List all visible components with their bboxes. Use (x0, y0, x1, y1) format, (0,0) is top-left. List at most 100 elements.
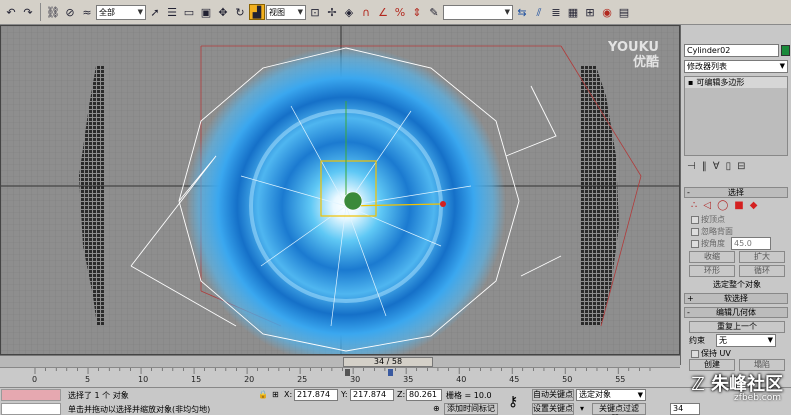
constraint-label: 约束 (689, 336, 705, 345)
bind-space-warp-icon[interactable]: ≈ (79, 4, 95, 20)
stack-item[interactable]: ▪ 可编辑多边形 (685, 77, 787, 88)
current-frame-field[interactable]: 34 (670, 403, 700, 415)
object-color-swatch[interactable] (781, 45, 790, 56)
named-selection-icon[interactable]: ✎ (426, 4, 442, 20)
rect-selection-icon[interactable]: ▭ (181, 4, 197, 20)
percent-snap-icon[interactable]: % (392, 4, 408, 20)
angle-snap-icon[interactable]: ∠ (375, 4, 391, 20)
selection-status-text: 选择了 1 个 对象 (68, 391, 129, 400)
y-coordinate-field[interactable]: 217.874 (350, 389, 394, 401)
pin-stack-icon[interactable]: ⊣ (687, 161, 696, 175)
status-bar: 选择了 1 个 对象 单击并拖动以选择并缩放对象(非均匀地) 🔒 ⊞ X: 21… (0, 387, 791, 415)
add-time-tag-button[interactable]: 添加时间标记 (444, 403, 498, 415)
modifier-list-dropdown[interactable]: 修改器列表 ▼ (684, 60, 788, 73)
rotate-icon[interactable]: ↻ (232, 4, 248, 20)
render-setup-icon[interactable]: ▤ (616, 4, 632, 20)
schematic-view-icon[interactable]: ⊞ (582, 4, 598, 20)
show-end-result-icon[interactable]: ‖ (702, 161, 707, 175)
angle-spinner[interactable]: 45.0 (731, 237, 771, 250)
time-tag-icon[interactable]: ⊕ (433, 404, 440, 413)
make-unique-icon[interactable]: ∀ (713, 161, 720, 175)
chevron-down-icon: ▼ (137, 8, 143, 16)
maxscript-listener-field[interactable] (1, 389, 61, 401)
move-icon[interactable]: ✥ (215, 4, 231, 20)
ignore-backfacing-checkbox[interactable]: 忽略背面 (691, 226, 733, 237)
x-coordinate-field[interactable]: 217.874 (294, 389, 338, 401)
keyboard-shortcut-icon[interactable]: ◈ (341, 4, 357, 20)
undo-icon[interactable]: ↶ (3, 4, 19, 20)
remove-modifier-icon[interactable]: ▯ (726, 161, 732, 175)
spinner-snap-icon[interactable]: ⇕ (409, 4, 425, 20)
element-mode-icon[interactable]: ◆ (750, 200, 758, 212)
select-by-name-icon[interactable]: ☰ (164, 4, 180, 20)
link-icon[interactable]: ⛓ (45, 4, 61, 20)
constraint-value: 无 (719, 336, 727, 345)
object-name-field[interactable]: Cylinder02 (684, 44, 779, 57)
set-key-button[interactable]: 设置关键点 (532, 403, 574, 415)
absolute-mode-icon[interactable]: ⊞ (272, 390, 279, 399)
stack-item-label: 可编辑多边形 (696, 78, 745, 87)
reference-coord-value: 视图 (269, 7, 285, 17)
subobject-icons: ∴ ◁ ◯ ■ ◆ (691, 200, 781, 212)
window-crossing-icon[interactable]: ▣ (198, 4, 214, 20)
loop-button[interactable]: 循环 (739, 265, 785, 277)
by-angle-checkbox[interactable]: 按角度 (691, 238, 725, 249)
grid-size-text: 栅格 = 10.0 (446, 391, 492, 400)
youku-sub-text: 优酷 (632, 55, 659, 70)
time-slider-thumb[interactable]: 34 / 58 (343, 357, 433, 367)
configure-modifiers-icon[interactable]: ⊟ (737, 161, 745, 175)
time-slider[interactable]: 34 / 58 (0, 355, 680, 367)
select-whole-label: 选定整个对象 (713, 280, 761, 289)
grow-button[interactable]: 扩大 (739, 251, 785, 263)
track-bar[interactable]: 0 5 10 15 20 25 30 35 40 45 50 55 (0, 367, 680, 387)
shrink-button[interactable]: 收缩 (689, 251, 735, 263)
select-manipulate-icon[interactable]: ✢ (324, 4, 340, 20)
snap-toggle-icon[interactable]: ∩ (358, 4, 374, 20)
key-set-dropdown[interactable]: 选定对象 ▼ (576, 389, 646, 401)
border-mode-icon[interactable]: ◯ (717, 200, 728, 212)
named-selection-dropdown[interactable]: ▼ (443, 4, 513, 20)
reference-coord-dropdown[interactable]: 视图 ▼ (266, 4, 306, 20)
key-filters-button[interactable]: 关键点过滤器... (592, 403, 646, 415)
timeline-tick-label: 25 (297, 375, 308, 384)
timeline-tick-label: 10 (138, 375, 149, 384)
rollout-soft-selection[interactable]: + 软选择 (684, 293, 788, 304)
selection-filter-dropdown[interactable]: 全部 ▼ (96, 4, 146, 20)
constraint-dropdown[interactable]: 无 ▼ (716, 334, 776, 347)
expand-icon[interactable]: ▪ (688, 77, 693, 88)
stack-tools: ⊣ ‖ ∀ ▯ ⊟ (684, 161, 788, 175)
mirror-icon[interactable]: ⇆ (514, 4, 530, 20)
keyframe-marker[interactable] (388, 369, 393, 376)
curve-editor-icon[interactable]: ▦ (565, 4, 581, 20)
timeline-tick-label: 40 (456, 375, 467, 384)
auto-key-button[interactable]: 自动关键点 (532, 389, 574, 401)
maxscript-input-field[interactable] (1, 403, 61, 415)
timeline-tick-label: 0 (32, 375, 38, 384)
ring-button[interactable]: 环形 (689, 265, 735, 277)
redo-icon[interactable]: ↷ (20, 4, 36, 20)
key-filter-icon[interactable]: ▾ (580, 404, 584, 413)
edge-mode-icon[interactable]: ◁ (703, 200, 711, 212)
vertex-mode-icon[interactable]: ∴ (691, 200, 697, 212)
rollout-selection[interactable]: - 选择 (684, 187, 788, 198)
chevron-down-icon: ▼ (297, 8, 303, 16)
key-set-value: 选定对象 (579, 390, 611, 399)
rollout-edit-geometry[interactable]: - 编辑几何体 (684, 307, 788, 318)
preserve-uv-checkbox[interactable]: 保持 UV (691, 348, 731, 359)
timeline-tick-label: 55 (615, 375, 626, 384)
pivot-center-icon[interactable]: ⊡ (307, 4, 323, 20)
z-coordinate-field[interactable]: 80.261 (406, 389, 442, 401)
scale-icon[interactable]: ▟ (249, 4, 265, 20)
rollout-selection-title: 选择 (728, 188, 744, 197)
select-object-icon[interactable]: ➚ (147, 4, 163, 20)
unlink-icon[interactable]: ⊘ (62, 4, 78, 20)
lock-selection-icon[interactable]: 🔒 (258, 390, 268, 399)
repeat-last-button[interactable]: 重复上一个 (689, 321, 785, 333)
perspective-viewport[interactable]: YOUKU 优酷 (0, 25, 680, 355)
layer-manager-icon[interactable]: ≣ (548, 4, 564, 20)
by-vertex-checkbox[interactable]: 按顶点 (691, 214, 725, 225)
align-icon[interactable]: ⫽ (531, 4, 547, 20)
polygon-mode-icon[interactable]: ■ (734, 200, 743, 212)
material-editor-icon[interactable]: ◉ (599, 4, 615, 20)
key-mode-icon[interactable]: ⚷ (508, 394, 518, 410)
